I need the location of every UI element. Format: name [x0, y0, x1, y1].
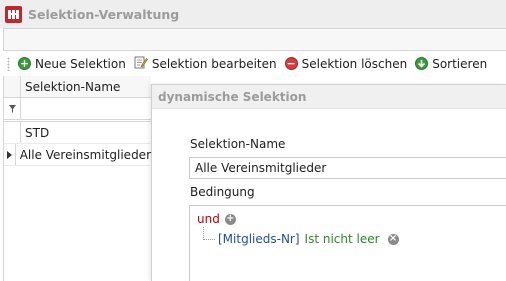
- window-title: Selektion-Verwaltung: [28, 6, 180, 22]
- selection-name-cell[interactable]: Alle Vereinsmitglieder: [16, 144, 151, 165]
- blank-panel-strip: [3, 28, 506, 51]
- filter-cell[interactable]: [21, 98, 25, 119]
- toolbar-grip[interactable]: [7, 56, 10, 71]
- condition-group: und +: [197, 212, 236, 226]
- condition-label: Bedingung: [190, 185, 255, 199]
- selection-name-field[interactable]: Alle Vereinsmitglieder: [189, 157, 506, 179]
- edit-icon: [134, 55, 148, 72]
- app-window: Selektion-Verwaltung + Neue Selektion Se…: [0, 0, 506, 281]
- condition-item: [Mitglieds-Nr] Ist nicht leer ×: [218, 232, 399, 246]
- table-row[interactable]: STD: [4, 122, 151, 144]
- add-condition-icon[interactable]: +: [224, 213, 236, 225]
- condition-editor[interactable]: und + [Mitglieds-Nr] Ist nicht leer ×: [189, 205, 506, 281]
- new-selection-label: Neue Selektion: [35, 56, 126, 71]
- delete-selection-button[interactable]: − Selektion löschen: [281, 53, 412, 74]
- dialog-title: dynamische Selektion: [152, 85, 506, 109]
- delete-icon: −: [284, 57, 298, 70]
- filter-icon: [4, 98, 21, 119]
- auto-filter-row[interactable]: [4, 98, 151, 120]
- sort-button[interactable]: Sortieren: [411, 53, 491, 74]
- selection-name-cell[interactable]: STD: [21, 122, 49, 143]
- remove-condition-icon[interactable]: ×: [387, 233, 399, 245]
- column-header-selection-name[interactable]: Selektion-Name: [21, 76, 120, 97]
- toolbar: + Neue Selektion Selektion bearbeiten − …: [0, 52, 506, 75]
- grid-header: Selektion-Name: [4, 76, 151, 98]
- sort-label: Sortieren: [432, 56, 488, 71]
- condition-operator[interactable]: und: [197, 212, 220, 226]
- row-indicator: [4, 122, 21, 143]
- delete-selection-label: Selektion löschen: [301, 56, 408, 71]
- app-icon: [5, 5, 22, 23]
- add-icon: +: [18, 57, 31, 70]
- selection-grid: Selektion-Name STD Alle Vereinsmitgliede…: [3, 76, 151, 281]
- dynamic-selection-dialog: dynamische Selektion Selektion-Name Alle…: [151, 84, 506, 281]
- row-indicator-header: [4, 76, 21, 97]
- title-bar: Selektion-Verwaltung: [0, 0, 506, 28]
- edit-selection-label: Selektion bearbeiten: [151, 56, 277, 71]
- row-pointer-icon: [4, 144, 16, 165]
- condition-comparison[interactable]: Ist nicht leer: [305, 232, 380, 246]
- selection-name-label: Selektion-Name: [190, 137, 286, 151]
- sort-icon: [415, 57, 429, 70]
- new-selection-button[interactable]: + Neue Selektion: [14, 53, 130, 74]
- condition-field[interactable]: [Mitglieds-Nr]: [218, 232, 300, 246]
- table-row[interactable]: Alle Vereinsmitglieder: [4, 144, 151, 166]
- tree-connector: [203, 227, 215, 240]
- edit-selection-button[interactable]: Selektion bearbeiten: [130, 53, 281, 74]
